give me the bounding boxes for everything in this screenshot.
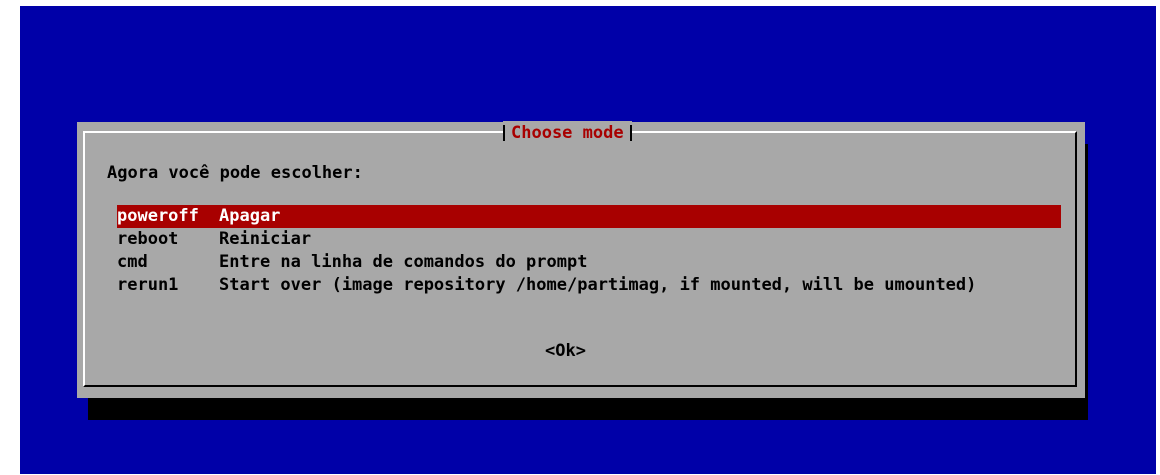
menu-item-description: Reiniciar — [219, 229, 312, 249]
mode-menu: poweroff Apagar reboot Reiniciar cmd Ent… — [117, 205, 1061, 297]
choose-mode-dialog: Choose mode Agora você pode escolher: po… — [77, 121, 1085, 398]
ok-button[interactable]: <Ok> — [545, 339, 586, 363]
menu-item-rerun1[interactable]: rerun1 Start over (image repository /hom… — [117, 274, 1061, 297]
menu-item-poweroff[interactable]: poweroff Apagar — [117, 205, 1061, 228]
terminal-screen: Choose mode Agora você pode escolher: po… — [20, 6, 1156, 474]
menu-item-tag: poweroff — [117, 206, 199, 226]
menu-item-description: Apagar — [219, 206, 281, 226]
menu-item-description: Entre na linha de comandos do prompt — [219, 252, 588, 272]
menu-item-tag: rerun1 — [117, 275, 179, 295]
menu-item-tag: cmd — [117, 252, 148, 272]
window-frame: Choose mode Agora você pode escolher: po… — [0, 0, 1160, 475]
dialog-prompt: Agora você pode escolher: — [107, 163, 363, 183]
menu-item-cmd[interactable]: cmd Entre na linha de comandos do prompt — [117, 251, 1061, 274]
menu-item-reboot[interactable]: reboot Reiniciar — [117, 228, 1061, 251]
menu-item-description: Start over (image repository /home/parti… — [219, 275, 977, 295]
dialog-title: Choose mode — [503, 121, 632, 145]
dialog-border: Choose mode Agora você pode escolher: po… — [83, 121, 1077, 387]
menu-item-tag: reboot — [117, 229, 179, 249]
